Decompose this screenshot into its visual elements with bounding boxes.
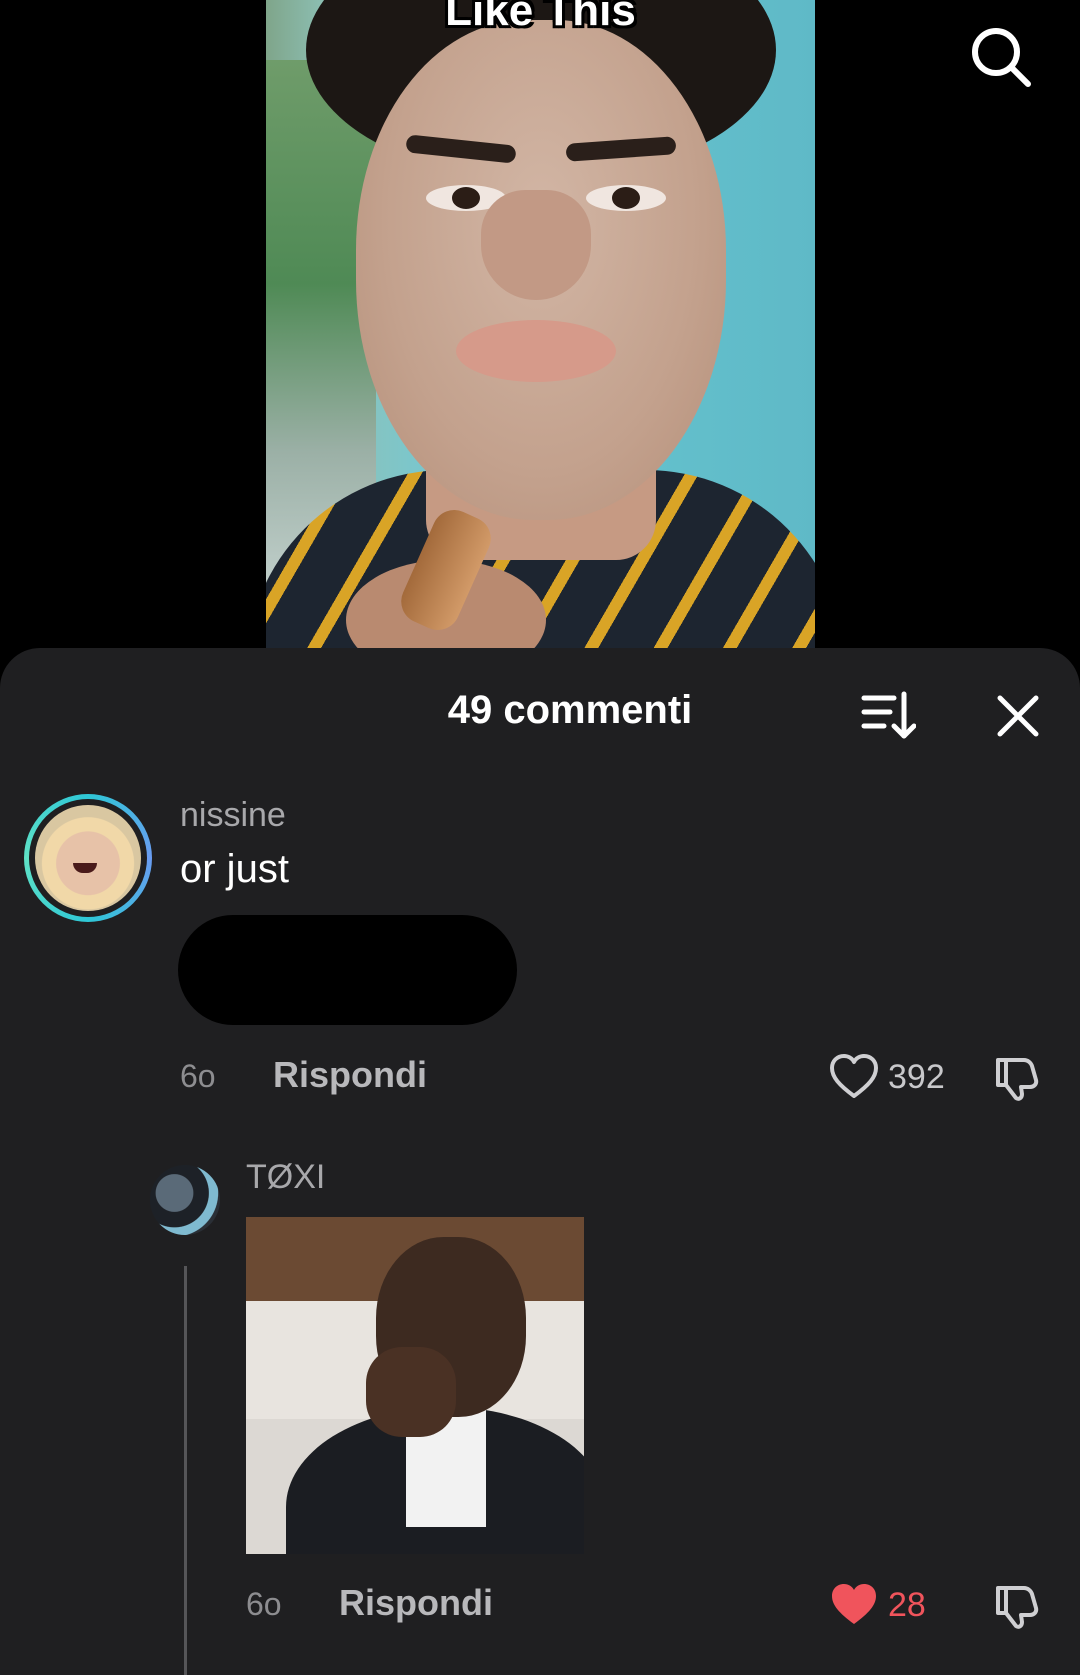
- comment-time: 6o: [180, 1058, 216, 1094]
- reply-button[interactable]: Rispondi: [339, 1582, 493, 1624]
- dislike-button[interactable]: [992, 1052, 1042, 1102]
- comment-username[interactable]: nissine: [180, 796, 286, 835]
- video-frame[interactable]: Like This: [266, 0, 815, 650]
- like-count: 28: [888, 1586, 926, 1624]
- gif-person-fist: [366, 1347, 456, 1437]
- sort-icon: [861, 691, 917, 739]
- close-icon: [997, 695, 1039, 737]
- redacted-content: [178, 915, 517, 1025]
- reply-avatar[interactable]: [150, 1165, 220, 1235]
- video-caption: Like This: [445, 0, 636, 35]
- heart-filled-icon: [832, 1584, 876, 1624]
- search-button[interactable]: [966, 22, 1036, 92]
- like-button-active[interactable]: [829, 1580, 879, 1630]
- reply-button[interactable]: Rispondi: [273, 1054, 427, 1096]
- reply-time: 6o: [246, 1586, 282, 1622]
- comment-text: or just: [180, 847, 289, 891]
- avatar-frame: [29, 799, 147, 917]
- sort-button[interactable]: [860, 688, 917, 744]
- reply-username[interactable]: TØXI: [246, 1158, 325, 1197]
- close-button[interactable]: [990, 688, 1046, 744]
- like-button[interactable]: [829, 1052, 879, 1102]
- heart-icon: [830, 1054, 878, 1098]
- reply-gif-image[interactable]: [246, 1217, 584, 1554]
- video-eye: [586, 185, 666, 211]
- search-icon: [972, 28, 1031, 87]
- avatar[interactable]: [24, 794, 152, 922]
- comments-sheet: 49 commenti nissine or just 6o Rispondi …: [0, 648, 1080, 1675]
- video-nose: [481, 190, 591, 300]
- dislike-button[interactable]: [992, 1580, 1042, 1630]
- thumbs-down-icon: [996, 1058, 1039, 1101]
- video-lips: [456, 320, 616, 382]
- avatar-image: [35, 805, 141, 911]
- video-area[interactable]: Like This: [0, 0, 1080, 660]
- thread-line: [184, 1266, 187, 1675]
- like-count: 392: [888, 1058, 945, 1096]
- thumbs-down-icon: [996, 1586, 1039, 1629]
- comments-count-title: 49 commenti: [447, 688, 693, 732]
